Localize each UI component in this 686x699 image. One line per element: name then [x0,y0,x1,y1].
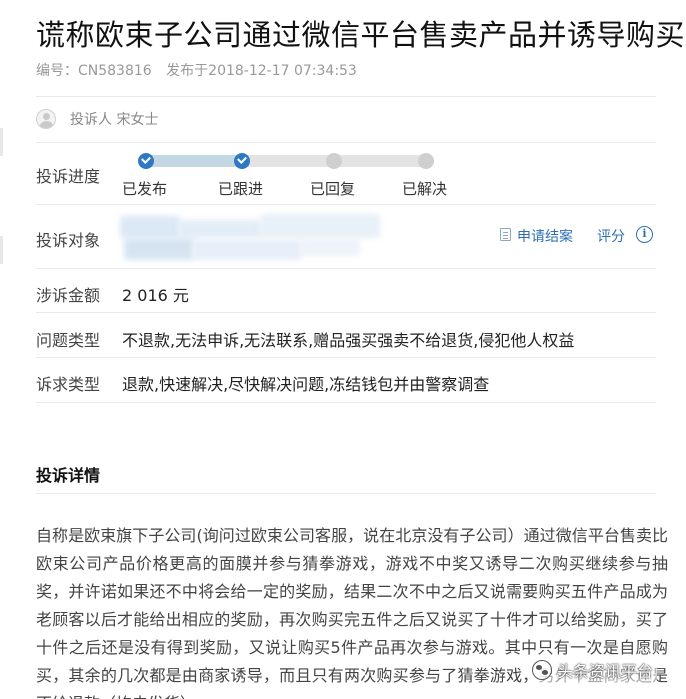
step-label-resolved: 已解决 [402,180,448,198]
step-dot-published-icon [138,153,154,169]
divider [36,142,656,143]
step-dot-replied-icon [326,153,342,169]
avatar-icon [36,109,56,129]
watermark-logo-icon [532,660,552,680]
edge-mark [0,128,3,156]
step-dot-resolved-icon [418,153,434,169]
demand-type-label: 诉求类型 [36,375,101,394]
divider [36,493,656,494]
watermark: 头条资讯平台 [532,657,658,683]
step-label-replied: 已回复 [310,180,356,198]
step-label-followed: 已跟进 [218,180,264,198]
divider [36,96,656,97]
problem-type-value: 不退款,无法申诉,无法联系,赠品强买强卖不给退货,侵犯他人权益 [122,331,575,350]
complainant: 投诉人 宋女士 [36,106,158,132]
details-title: 投诉详情 [36,466,101,485]
divider [36,204,656,205]
target-company-redacted[interactable] [120,214,380,264]
meta-line: 编号：CN583816 发布于2018-12-17 07:34:53 [36,60,367,80]
progress-label: 投诉进度 [36,167,101,186]
step-label-published: 已发布 [122,180,168,198]
watermark-text: 头条资讯平台 [557,662,654,681]
info-icon[interactable]: i [636,226,653,243]
apply-close-link[interactable]: 申请结案 [517,226,573,246]
divider [36,402,656,403]
amount-value: 2 016 元 [122,286,189,305]
complaint-id: 编号：CN583816 [36,63,152,79]
rate-link[interactable]: 评分 [597,226,625,246]
problem-type-label: 问题类型 [36,331,101,350]
divider [36,268,656,269]
step-dot-followed-icon [234,153,250,169]
amount-label: 涉诉金额 [36,286,101,305]
progress-segment-done [146,155,242,167]
divider [36,357,656,358]
demand-type-value: 退款,快速解决,尽快解决问题,冻结钱包并由警察调查 [122,375,490,394]
target-label: 投诉对象 [36,231,101,250]
page-title: 谎称欧束子公司通过微信平台售卖产品并诱导购买 [36,18,686,52]
document-icon [500,228,511,241]
edge-mark [0,236,3,264]
divider [36,312,656,313]
complainant-name: 投诉人 宋女士 [70,112,159,128]
publish-time: 发布于2018-12-17 07:34:53 [166,63,357,79]
